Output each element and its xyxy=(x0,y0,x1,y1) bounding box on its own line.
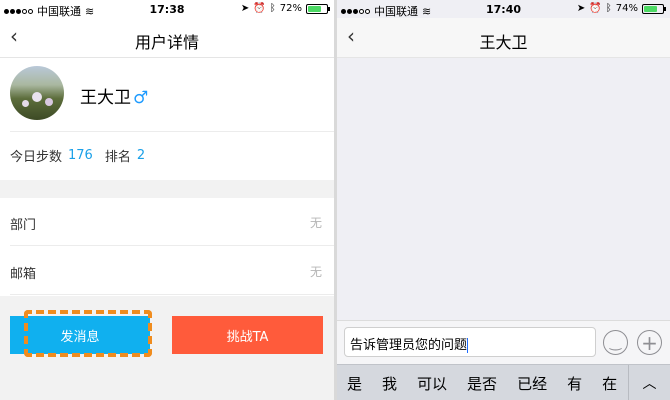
plus-icon[interactable]: + xyxy=(637,330,662,355)
candidate-word[interactable]: 在 xyxy=(592,373,627,394)
department-label: 部门 xyxy=(10,218,37,233)
rank-label: 排名 xyxy=(104,150,131,165)
avatar[interactable] xyxy=(10,66,64,120)
battery-icon xyxy=(306,3,330,14)
page-title: 用户详情 xyxy=(134,33,199,52)
steps-value: 176 xyxy=(68,148,93,163)
candidate-word[interactable]: 已经 xyxy=(507,373,557,394)
candidate-word[interactable]: 我 xyxy=(372,373,407,394)
nav-bar: ‹ 用户详情 xyxy=(0,18,334,58)
bluetooth-icon: ᛒ xyxy=(605,3,612,14)
text-cursor xyxy=(467,338,469,353)
chat-title: 王大卫 xyxy=(479,33,528,52)
message-input-bar: 告诉管理员您的问题 ‿ + xyxy=(337,320,670,364)
chat-screen: 中国联通 ≋ 17:40 ➤ ⏰ ᛒ 74% ‹ 王大卫 告诉管理员您的问题 ‿… xyxy=(337,0,670,400)
email-value: 无 xyxy=(309,265,322,279)
status-bar: 中国联通 ≋ 17:38 ➤ ⏰ ᛒ 72% xyxy=(0,0,334,18)
profile-header: 王大卫 ♂ xyxy=(0,58,334,130)
battery-icon xyxy=(642,3,666,14)
steps-label: 今日步数 xyxy=(10,150,63,165)
keyboard-candidate-bar: 是 我 可以 是否 已经 有 在 ︿ xyxy=(337,364,670,400)
user-detail-screen: 中国联通 ≋ 17:38 ➤ ⏰ ᛒ 72% ‹ 用户详情 王大卫 ♂ 今日步数 … xyxy=(0,0,334,400)
challenge-button[interactable]: 挑战TA xyxy=(172,316,323,354)
send-message-button[interactable]: 发消息 xyxy=(10,316,150,354)
stats-row: 今日步数 176 排名 2 xyxy=(10,131,334,179)
department-row[interactable]: 部门 无 xyxy=(10,198,334,246)
alarm-icon: ⏰ xyxy=(253,3,266,14)
alarm-icon: ⏰ xyxy=(589,3,602,14)
candidate-word[interactable]: 是否 xyxy=(457,373,507,394)
email-row[interactable]: 邮箱 无 xyxy=(10,247,334,295)
user-name: 王大卫 ♂ xyxy=(80,83,148,108)
message-list[interactable] xyxy=(337,58,670,320)
user-name-text: 王大卫 xyxy=(80,88,131,108)
action-area: 发消息 挑战TA xyxy=(0,296,334,400)
candidate-list: 是 我 可以 是否 已经 有 在 xyxy=(337,365,628,400)
candidate-word[interactable]: 是 xyxy=(337,373,372,394)
location-icon: ➤ xyxy=(240,3,250,14)
candidate-word[interactable]: 有 xyxy=(557,373,592,394)
battery-percent: 72% xyxy=(279,3,302,14)
location-icon: ➤ xyxy=(576,3,586,14)
smiley-icon[interactable]: ‿ xyxy=(603,330,628,355)
battery-percent: 74% xyxy=(615,3,638,14)
status-bar: 中国联通 ≋ 17:40 ➤ ⏰ ᛒ 74% xyxy=(337,0,670,18)
message-input[interactable]: 告诉管理员您的问题 xyxy=(344,327,596,357)
email-label: 邮箱 xyxy=(10,267,37,282)
bluetooth-icon: ᛒ xyxy=(269,3,276,14)
message-input-text: 告诉管理员您的问题 xyxy=(350,338,468,353)
department-value: 无 xyxy=(309,216,322,230)
male-icon: ♂ xyxy=(133,88,149,108)
chevron-up-icon[interactable]: ︿ xyxy=(628,365,670,400)
nav-bar: ‹ 王大卫 xyxy=(337,18,670,58)
section-separator xyxy=(0,180,334,198)
candidate-word[interactable]: 可以 xyxy=(407,373,457,394)
rank-value: 2 xyxy=(136,148,146,163)
